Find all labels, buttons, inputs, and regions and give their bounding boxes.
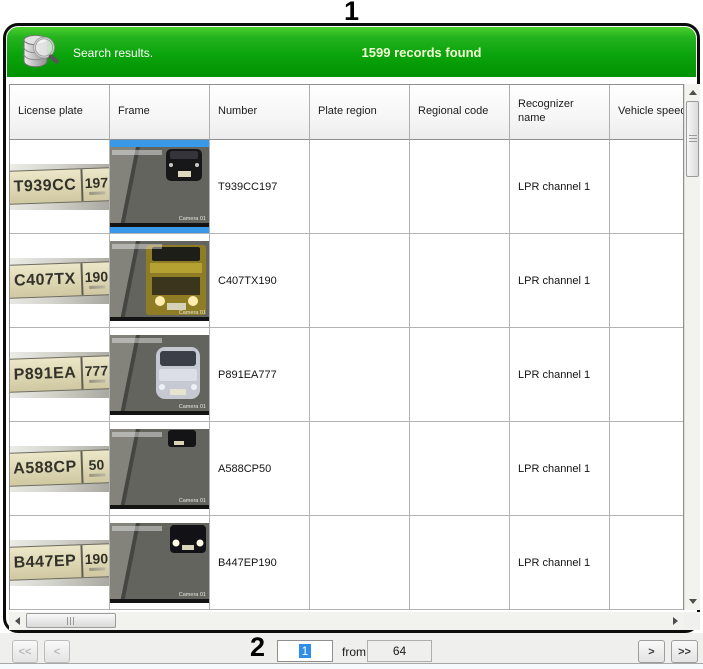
titlebar: Search results. 1599 records found — [7, 27, 696, 77]
frame-thumbnail: Camera 01 — [110, 334, 209, 415]
column-header-recognizer-name: Recognizer name — [510, 85, 610, 140]
column-header-frame: Frame — [110, 85, 210, 140]
regional-code-cell[interactable] — [410, 516, 510, 610]
vehicle-speed-cell[interactable] — [610, 328, 683, 422]
scroll-right-arrow[interactable] — [667, 612, 684, 630]
vertical-scrollbar[interactable] — [684, 84, 700, 610]
column-header-plate-region: Plate region — [310, 85, 410, 140]
plate-region-cell[interactable] — [310, 140, 410, 234]
first-page-button[interactable]: << — [12, 640, 38, 663]
plate-number-text: A588CP — [12, 457, 78, 478]
database-search-icon — [17, 30, 63, 77]
annotation-callout-1: 1 — [343, 0, 360, 26]
camera-label: Camera 01 — [179, 498, 206, 504]
scrollbar-corner — [684, 612, 700, 630]
frame-thumbnail: Camera 01 — [110, 240, 209, 321]
recognizer-name-cell[interactable]: LPR channel 1 — [510, 140, 610, 234]
plate-region-text: 50 — [88, 455, 105, 473]
frame-cell[interactable]: Camera 01 — [110, 328, 210, 422]
pagination-bar: << < 1 from 64 > >> — [0, 633, 703, 669]
plate-region-cell[interactable] — [310, 328, 410, 422]
table-row[interactable]: A588CP 50 Camera 01 A588CP50 LPR channel … — [9, 422, 684, 516]
last-page-button[interactable]: >> — [671, 640, 698, 663]
regional-code-cell[interactable] — [410, 328, 510, 422]
column-header-number: Number — [210, 85, 310, 140]
plate-region-text: 190 — [84, 549, 109, 567]
plate-region-cell[interactable] — [310, 422, 410, 516]
regional-code-cell[interactable] — [410, 422, 510, 516]
page-number-value: 1 — [298, 644, 312, 658]
plate-number-text: P891EA — [13, 363, 77, 384]
frame-cell-selected[interactable]: Camera 01 — [110, 140, 210, 234]
camera-label: Camera 01 — [179, 592, 206, 598]
regional-code-cell[interactable] — [410, 140, 510, 234]
license-plate-cell[interactable]: P891EA 777 — [10, 328, 110, 422]
table-row[interactable]: B447EP 190 Camera 01 B447EP190 LPR channe… — [9, 516, 684, 610]
annotation-callout-2: 2 — [250, 632, 266, 662]
column-header-regional-code: Regional code — [410, 85, 510, 140]
recognizer-name-cell[interactable]: LPR channel 1 — [510, 234, 610, 328]
previous-page-button[interactable]: < — [44, 640, 70, 663]
frame-thumbnail: Camera 01 — [110, 522, 209, 603]
license-plate-image: A588CP 50 — [10, 445, 109, 492]
recognizer-name-cell[interactable]: LPR channel 1 — [510, 328, 610, 422]
frame-cell[interactable]: Camera 01 — [110, 422, 210, 516]
records-found-status: 1599 records found — [361, 45, 482, 60]
number-cell[interactable]: P891EA777 — [210, 328, 310, 422]
number-cell[interactable]: A588CP50 — [210, 422, 310, 516]
table-row[interactable]: P891EA 777 Camera 01 P891EA777 LPR channe… — [9, 328, 684, 422]
frame-thumbnail: Camera 01 — [110, 428, 209, 509]
regional-code-cell[interactable] — [410, 234, 510, 328]
total-pages-value: 64 — [392, 644, 407, 658]
plate-region-text: 197 — [84, 173, 109, 191]
vehicle-speed-cell[interactable] — [610, 234, 683, 328]
camera-label: Camera 01 — [179, 216, 206, 222]
plate-region-text: 190 — [84, 267, 109, 285]
license-plate-image: C407TX 190 — [10, 257, 109, 304]
camera-label: Camera 01 — [179, 404, 206, 410]
license-plate-cell[interactable]: C407TX 190 — [10, 234, 110, 328]
scroll-down-arrow[interactable] — [685, 593, 701, 610]
scroll-up-arrow[interactable] — [685, 84, 701, 101]
frame-cell[interactable]: Camera 01 — [110, 516, 210, 610]
license-plate-cell[interactable]: T939CC 197 — [10, 140, 110, 234]
page-number-input[interactable]: 1 — [277, 640, 333, 662]
plate-number-text: C407TX — [13, 269, 77, 290]
license-plate-image: T939CC 197 — [10, 163, 109, 210]
license-plate-image: B447EP 190 — [10, 539, 109, 586]
vehicle-speed-cell[interactable] — [610, 516, 683, 610]
number-cell[interactable]: C407TX190 — [210, 234, 310, 328]
from-label: from — [342, 645, 366, 659]
license-plate-image: P891EA 777 — [10, 351, 109, 398]
frame-cell[interactable]: Camera 01 — [110, 234, 210, 328]
frame-thumbnail: Camera 01 — [110, 146, 209, 227]
table-row[interactable]: C407TX190 Camera 01 C407TX190 LPR chann — [9, 234, 684, 328]
number-cell[interactable]: T939CC197 — [210, 140, 310, 234]
plate-region-cell[interactable] — [310, 516, 410, 610]
horizontal-scrollbar[interactable] — [9, 612, 684, 630]
vertical-scroll-thumb[interactable] — [686, 101, 699, 177]
column-header-license-plate: License plate — [10, 85, 110, 140]
license-plate-cell[interactable]: B447EP 190 — [10, 516, 110, 610]
window-title: Search results. — [73, 46, 154, 60]
plate-number-text: T939CC — [13, 175, 77, 196]
recognizer-name-cell[interactable]: LPR channel 1 — [510, 516, 610, 610]
plate-region-text: 777 — [84, 361, 109, 379]
search-results-window: Search results. 1599 records found Licen… — [3, 23, 700, 633]
table-row[interactable]: T939CC 197 Camera 01 T939CC197 LPR channe… — [9, 140, 684, 234]
next-page-button[interactable]: > — [638, 640, 665, 663]
plate-region-cell[interactable] — [310, 234, 410, 328]
horizontal-scroll-thumb[interactable] — [26, 613, 116, 628]
vehicle-speed-cell[interactable] — [610, 140, 683, 234]
vehicle-speed-cell[interactable] — [610, 422, 683, 516]
license-plate-cell[interactable]: A588CP 50 — [10, 422, 110, 516]
recognizer-name-cell[interactable]: LPR channel 1 — [510, 422, 610, 516]
scroll-left-arrow[interactable] — [9, 612, 26, 630]
table-header-row: License plate Frame Number Plate region … — [9, 84, 684, 140]
total-pages-box: 64 — [367, 640, 432, 662]
number-cell[interactable]: B447EP190 — [210, 516, 310, 610]
plate-number-text: B447EP — [13, 551, 77, 572]
camera-label: Camera 01 — [179, 310, 206, 316]
column-header-vehicle-speed: Vehicle speed — [610, 85, 683, 140]
